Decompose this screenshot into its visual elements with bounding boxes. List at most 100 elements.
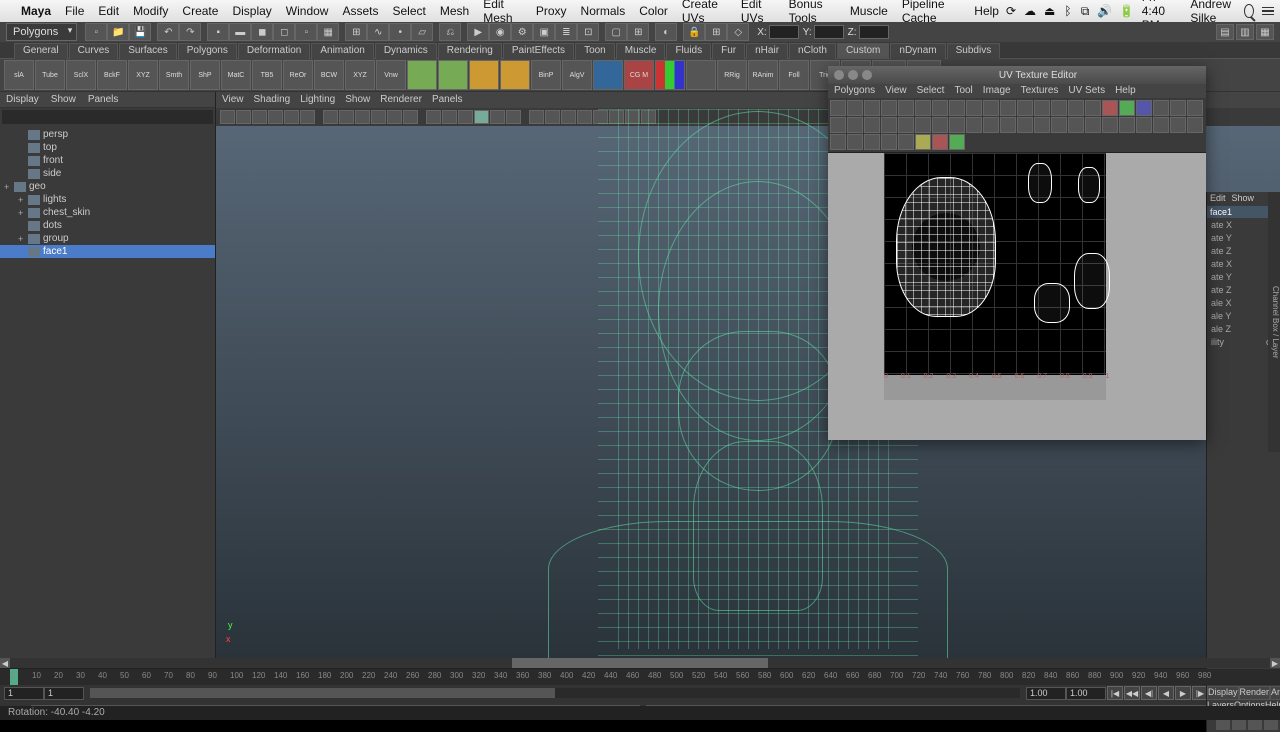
- render-view-button[interactable]: ▣: [533, 23, 555, 41]
- uv-tool-7[interactable]: [949, 100, 965, 116]
- save-scene-button[interactable]: 💾: [129, 23, 151, 41]
- shelf-btn-0[interactable]: slA: [4, 60, 34, 90]
- uv-menu-tool[interactable]: Tool: [954, 85, 972, 97]
- uv-tool-28[interactable]: [932, 117, 948, 133]
- vp-tool-0[interactable]: [220, 110, 235, 124]
- tab-rendering[interactable]: Rendering: [438, 43, 502, 59]
- vp-tool-13[interactable]: [442, 110, 457, 124]
- tool-settings-toggle[interactable]: ▥: [1236, 24, 1254, 40]
- uv-tool-35[interactable]: [1051, 117, 1067, 133]
- tab-curves[interactable]: Curves: [69, 43, 119, 59]
- menu-color[interactable]: Color: [632, 4, 675, 18]
- render-button[interactable]: ▶: [467, 23, 489, 41]
- time-scrub[interactable]: 1102030405060708090100120140160180200220…: [0, 669, 1280, 685]
- shelf-btn-1[interactable]: Tube: [35, 60, 65, 90]
- uv-menu-select[interactable]: Select: [917, 85, 945, 97]
- uv-tool-45[interactable]: [847, 134, 863, 150]
- uv-tool-21[interactable]: [1187, 100, 1203, 116]
- menu-modify[interactable]: Modify: [126, 4, 175, 18]
- uv-tool-10[interactable]: [1000, 100, 1016, 116]
- outliner-node-geo[interactable]: +geo: [0, 180, 215, 193]
- spotlight-icon[interactable]: [1244, 4, 1254, 18]
- uv-tool-42[interactable]: [1170, 117, 1186, 133]
- play-back-button[interactable]: ◀: [1158, 686, 1174, 700]
- ipr-button[interactable]: ◉: [489, 23, 511, 41]
- uv-tool-25[interactable]: [881, 117, 897, 133]
- uv-min-button[interactable]: [848, 70, 858, 80]
- uv-tool-11[interactable]: [1017, 100, 1033, 116]
- shelf-btn-8[interactable]: TB5: [252, 60, 282, 90]
- shelf-btn-2[interactable]: SclX: [66, 60, 96, 90]
- play-end-field[interactable]: 1.00: [1026, 687, 1066, 700]
- tab-surfaces[interactable]: Surfaces: [119, 43, 176, 59]
- menu-edit[interactable]: Edit: [91, 4, 126, 18]
- shelf-btn-15[interactable]: [469, 60, 499, 90]
- uv-tool-22[interactable]: [830, 117, 846, 133]
- tab-muscle[interactable]: Muscle: [616, 43, 666, 59]
- outliner-node-dots[interactable]: dots: [0, 219, 215, 232]
- vp-tool-15[interactable]: [474, 110, 489, 124]
- vp-tool-16[interactable]: [490, 110, 505, 124]
- tab-polygons[interactable]: Polygons: [178, 43, 237, 59]
- tab-animation[interactable]: Animation: [311, 43, 373, 59]
- menu-select[interactable]: Select: [386, 4, 433, 18]
- outliner-node-persp[interactable]: persp: [0, 128, 215, 141]
- uv-shell-ear2[interactable]: [1074, 253, 1110, 309]
- undo-button[interactable]: ↶: [157, 23, 179, 41]
- vp-tool-5[interactable]: [300, 110, 315, 124]
- uv-tool-41[interactable]: [1153, 117, 1169, 133]
- snap-point-button[interactable]: •: [389, 23, 411, 41]
- outliner-search[interactable]: [2, 110, 213, 124]
- shelf-btn-7[interactable]: MatC: [221, 60, 251, 90]
- render-layer-button[interactable]: ≣: [555, 23, 577, 41]
- shelf-btn-18[interactable]: AlgV: [562, 60, 592, 90]
- coord-x-field[interactable]: [769, 25, 799, 39]
- uv-tool-50[interactable]: [932, 134, 948, 150]
- vp-tool-4[interactable]: [284, 110, 299, 124]
- tab-render[interactable]: Render: [1239, 686, 1271, 700]
- play-fwd-button[interactable]: ▶: [1175, 686, 1191, 700]
- hscroll-right[interactable]: ▶: [1270, 658, 1280, 668]
- menu-app[interactable]: Maya: [14, 4, 58, 18]
- uv-tool-39[interactable]: [1119, 117, 1135, 133]
- vp-tool-3[interactable]: [268, 110, 283, 124]
- snap-grid-button[interactable]: ⊞: [345, 23, 367, 41]
- uv-tool-31[interactable]: [983, 117, 999, 133]
- uv-menu-help[interactable]: Help: [1115, 85, 1136, 97]
- range-start-field[interactable]: 1: [4, 687, 44, 700]
- tab-custom[interactable]: Custom: [837, 43, 889, 59]
- uv-menu-polygons[interactable]: Polygons: [834, 85, 875, 97]
- uv-tool-4[interactable]: [898, 100, 914, 116]
- shelf-btn-5[interactable]: Smth: [159, 60, 189, 90]
- uv-tool-13[interactable]: [1051, 100, 1067, 116]
- outliner-node-front[interactable]: front: [0, 154, 215, 167]
- uv-tool-48[interactable]: [898, 134, 914, 150]
- vp-tool-17[interactable]: [506, 110, 521, 124]
- uv-shell-ear1[interactable]: [1034, 283, 1070, 323]
- vp-tool-10[interactable]: [387, 110, 402, 124]
- shelf-btn-10[interactable]: BCW: [314, 60, 344, 90]
- uv-tool-29[interactable]: [949, 117, 965, 133]
- uv-tool-19[interactable]: [1153, 100, 1169, 116]
- vp-tool-1[interactable]: [236, 110, 251, 124]
- uv-tool-51[interactable]: [949, 134, 965, 150]
- sel-multi-button[interactable]: ▦: [317, 23, 339, 41]
- uv-tool-5[interactable]: [915, 100, 931, 116]
- vp-menu-renderer[interactable]: Renderer: [380, 94, 422, 106]
- outliner-menu-panels[interactable]: Panels: [88, 94, 119, 105]
- uv-titlebar[interactable]: UV Texture Editor: [828, 66, 1206, 84]
- side-tab-channel[interactable]: Channel Box / Layer: [1268, 192, 1280, 452]
- uv-tool-34[interactable]: [1034, 117, 1050, 133]
- shelf-btn-9[interactable]: ReOr: [283, 60, 313, 90]
- shelf-btn-24[interactable]: RAnim: [748, 60, 778, 90]
- range-slider-bar[interactable]: [90, 688, 1020, 698]
- redo-button[interactable]: ↷: [179, 23, 201, 41]
- tab-general[interactable]: General: [14, 43, 68, 59]
- volume-icon[interactable]: 🔊: [1098, 4, 1112, 18]
- uv-close-button[interactable]: [834, 70, 844, 80]
- sel-edge-button[interactable]: ▬: [229, 23, 251, 41]
- layout-single-button[interactable]: ▢: [605, 23, 627, 41]
- uv-tool-18[interactable]: [1136, 100, 1152, 116]
- outliner-node-side[interactable]: side: [0, 167, 215, 180]
- prev-key-button[interactable]: ◀|: [1141, 686, 1157, 700]
